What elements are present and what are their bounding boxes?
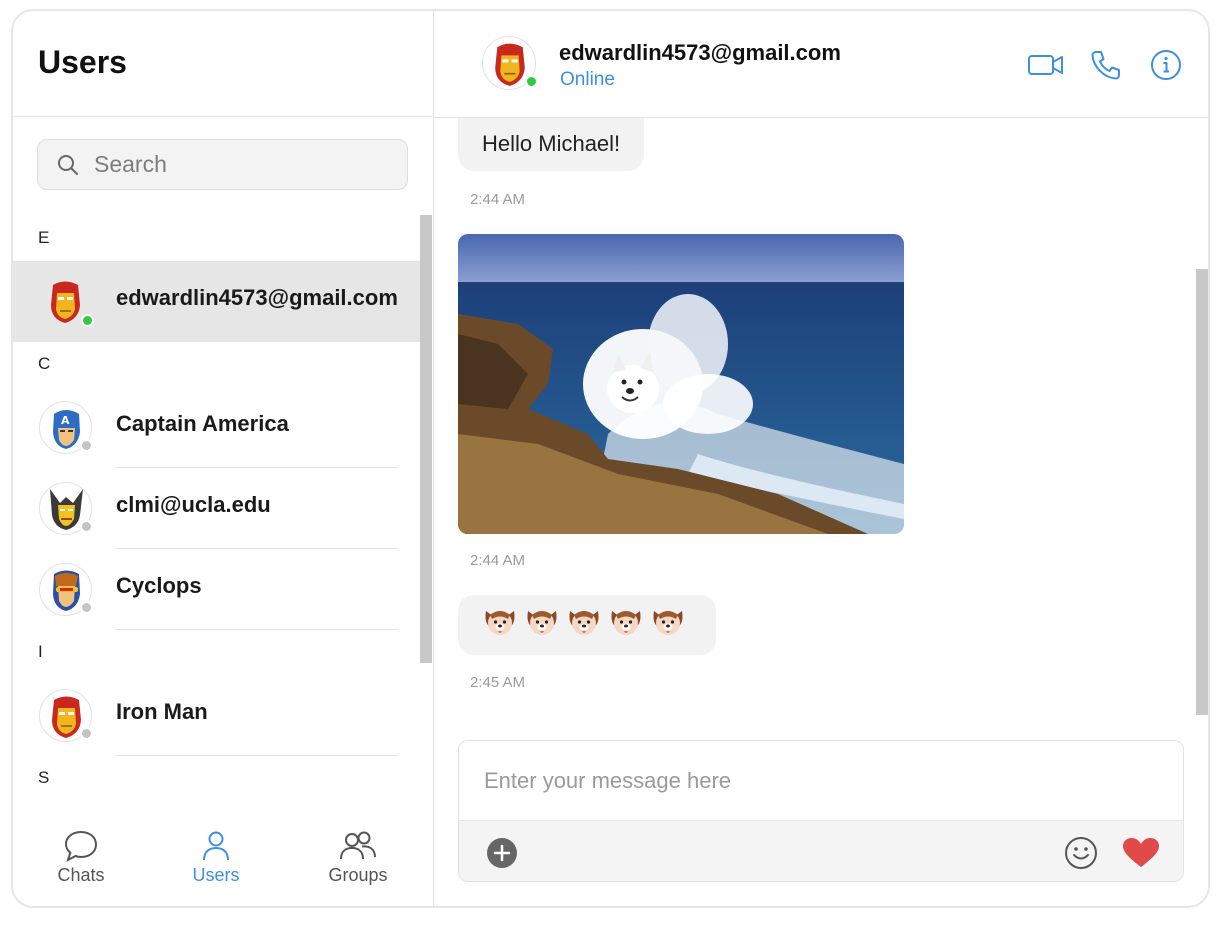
nav-chats-label: Chats [57, 865, 105, 885]
users-panel-header: Users [13, 11, 433, 117]
contact-name: edwardlin4573@gmail.com [559, 40, 841, 65]
online-status-dot [81, 314, 94, 327]
user-name: clmi@ucla.edu [116, 492, 271, 517]
section-header-c: C [38, 354, 51, 373]
voice-call-button[interactable] [1088, 47, 1128, 83]
message-list: Hello Michael! 2:44 AM 2:44 AM 2:45 AM [434, 118, 1194, 718]
avatar [39, 563, 93, 616]
video-call-button[interactable] [1026, 47, 1066, 83]
nav-groups-label: Groups [328, 865, 388, 885]
phone-icon [1091, 51, 1120, 80]
svg-text:A: A [61, 414, 70, 427]
samoyed-wave-photo [458, 234, 904, 534]
message-image[interactable] [458, 234, 904, 534]
dog-face-emoji [611, 611, 641, 635]
composer-toolbar [459, 820, 1183, 881]
section-header-e: E [38, 228, 50, 247]
nav-users-label: Users [192, 865, 240, 885]
user-icon [203, 831, 229, 861]
user-row-edwardlin[interactable]: edwardlin4573@gmail.com [13, 261, 421, 342]
contact-status: Online [560, 69, 615, 90]
heart-icon[interactable] [1121, 836, 1161, 870]
message-bubble[interactable]: Hello Michael! [458, 118, 645, 171]
chat-bubble-icon [64, 830, 98, 863]
chat-header: edwardlin4573@gmail.com Online [434, 11, 1208, 118]
search-icon [58, 155, 78, 175]
page-title: Users [38, 44, 127, 80]
message-composer [458, 740, 1184, 882]
nav-chats[interactable]: Chats [21, 821, 141, 901]
row-divider [116, 755, 398, 756]
online-status-dot [525, 75, 538, 88]
user-list-scrollbar[interactable] [420, 215, 432, 663]
message-time: 2:44 AM [470, 191, 526, 208]
message-scrollbar[interactable] [1196, 269, 1208, 715]
dog-face-emoji [527, 611, 557, 635]
user-name: Cyclops [116, 573, 202, 598]
contact-avatar[interactable] [482, 36, 538, 90]
avatar: A [39, 401, 93, 454]
info-button[interactable] [1148, 47, 1188, 83]
message-bubble[interactable] [458, 595, 716, 655]
dog-face-emoji [653, 611, 683, 635]
user-row-cyclops[interactable]: Cyclops [13, 549, 421, 630]
avatar [39, 482, 93, 535]
user-name: Iron Man [116, 699, 208, 724]
search-box[interactable] [37, 139, 408, 190]
row-divider [116, 629, 398, 630]
nav-users[interactable]: Users [156, 821, 276, 901]
group-icon [340, 831, 376, 860]
message-input[interactable] [459, 741, 1183, 820]
user-row-iron-man[interactable]: Iron Man [13, 675, 421, 756]
emoji-picker-icon[interactable] [1063, 835, 1099, 871]
section-header-i: I [38, 642, 43, 661]
offline-status-dot [80, 601, 93, 614]
chat-panel: edwardlin4573@gmail.com Online Hello Mic… [434, 11, 1208, 906]
nav-groups[interactable]: Groups [298, 821, 418, 901]
user-name: edwardlin4573@gmail.com [116, 285, 398, 310]
avatar [39, 689, 93, 742]
users-panel: Users E [13, 11, 434, 906]
avatar [39, 275, 94, 328]
offline-status-dot [80, 520, 93, 533]
message-text: Hello Michael! [482, 131, 621, 156]
dog-face-emoji [485, 611, 515, 635]
dog-face-emoji [569, 611, 599, 635]
messenger-app: Users E [11, 9, 1210, 908]
user-name: Captain America [116, 411, 289, 436]
message-time: 2:44 AM [470, 552, 526, 569]
message-time: 2:45 AM [470, 674, 526, 691]
info-icon [1151, 50, 1181, 80]
user-row-captain-america[interactable]: A Captain America [13, 387, 421, 468]
section-header-s: S [38, 768, 50, 787]
add-attachment-icon[interactable] [486, 837, 518, 869]
search-input[interactable] [94, 140, 394, 189]
user-row-clmi[interactable]: clmi@ucla.edu [13, 468, 421, 549]
video-call-icon [1028, 55, 1063, 75]
offline-status-dot [80, 727, 93, 740]
user-list: E edwardlin4573@gmail.com C A Captain Am… [13, 215, 421, 815]
emoji-row [458, 595, 716, 641]
offline-status-dot [80, 439, 93, 452]
bottom-nav: Chats Users Groups [13, 821, 434, 906]
